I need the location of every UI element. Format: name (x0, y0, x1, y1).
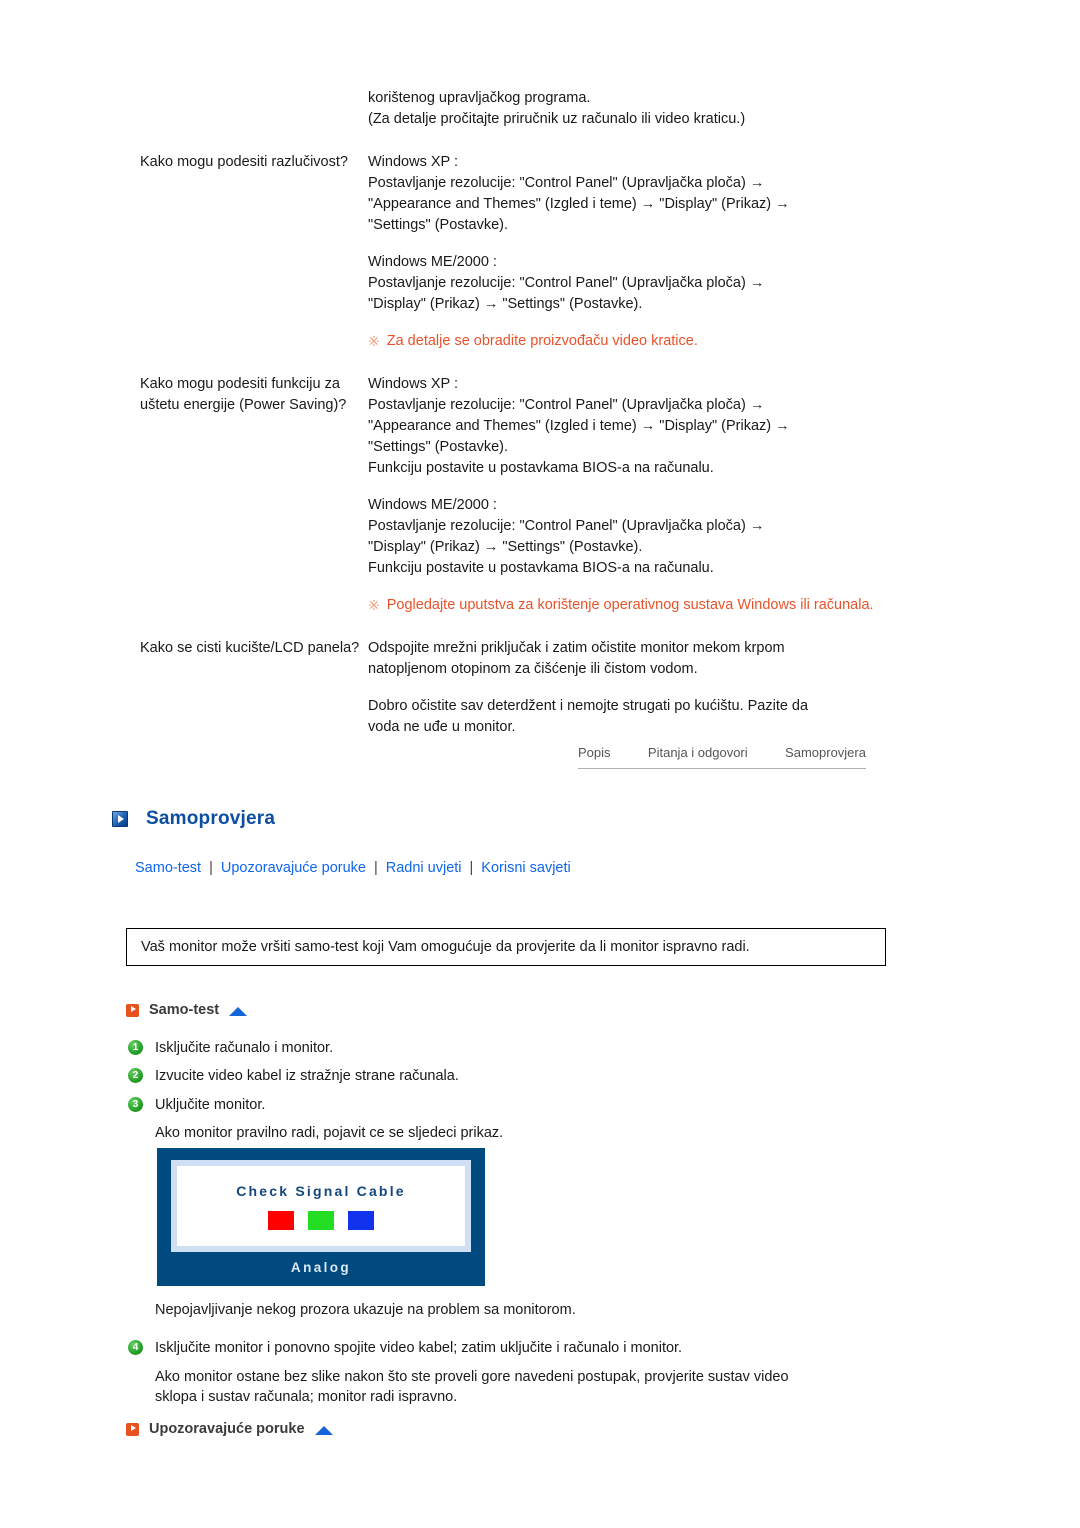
faq-answer-line: "Appearance and Themes" (Izgled i teme) … (368, 418, 790, 435)
play-icon (126, 1422, 139, 1436)
faq-answer-line: Windows ME/2000 : (368, 497, 497, 514)
page-navigation: Popis Pitanja i odgovori Samoprovjera (578, 745, 866, 769)
faq-answer-line: Odspojite mrežni priključak i zatim očis… (368, 640, 785, 657)
subsection-title: Upozoravajuće poruke (149, 1421, 305, 1437)
intro-callout-text: Vaš monitor može vršiti samo-test koji V… (141, 939, 750, 955)
faq-row-intro: korištenog upravljačkog programa. (Za de… (140, 88, 940, 130)
faq-answer-line: korištenog upravljačkog programa. (368, 90, 591, 106)
faq-answer-line: Postavljanje rezolucije: "Control Panel"… (368, 175, 765, 192)
list-item: 1 Isključite računalo i monitor. (128, 1038, 888, 1058)
list-item: 3 Uključite monitor. (128, 1095, 888, 1115)
monitor-followup-text: Nepojavljivanje nekog prozora ukazuje na… (155, 1302, 576, 1318)
sublink-upozoravajuce-poruke[interactable]: Upozoravajuće poruke (221, 860, 366, 876)
step-text: Uključite monitor. (155, 1096, 266, 1113)
link-separator: | (209, 860, 213, 876)
faq-answer-line: Windows XP : (368, 376, 458, 393)
faq-answer-line: Postavljanje rezolucije: "Control Panel"… (368, 275, 765, 292)
step-text: Izvucite video kabel iz stražnje strane … (155, 1068, 459, 1085)
green-swatch (308, 1210, 334, 1230)
table-row: Kako mogu podesiti funkciju za uštetu en… (140, 374, 940, 616)
final-note-line: Ako monitor ostane bez slike nakon što s… (155, 1368, 789, 1385)
faq-note-text: Za detalje se obradite proizvođaču video… (386, 333, 698, 350)
pager-link-samoprovjera[interactable]: Samoprovjera (785, 745, 866, 760)
faq-answer-line: voda ne uđe u monitor. (368, 719, 516, 736)
faq-answer-line: Funkciju postavite u postavkama BIOS-a n… (368, 560, 714, 577)
page-title: Samoprovjera (146, 808, 276, 829)
subsection-heading-samo-test: Samo-test (126, 1002, 248, 1018)
faq-answer-line: "Display" (Prikaz) → "Settings" (Postavk… (368, 296, 643, 313)
faq-answer-line: Postavljanje rezolucije: "Control Panel"… (368, 518, 765, 535)
step-number-badge: 2 (128, 1068, 143, 1084)
final-note-line: sklopa i sustav računala; monitor radi i… (155, 1388, 458, 1405)
sublink-radni-uvjeti[interactable]: Radni uvjeti (386, 860, 462, 876)
subsection-links: Samo-test | Upozoravajuće poruke | Radni uvj… (135, 860, 571, 876)
table-row: Kako se cisti kucište/LCD panela? Odspoj… (140, 638, 940, 738)
faq-question: Kako mogu podesiti funkciju za uštetu en… (140, 376, 347, 414)
selftest-followup: Nepojavljivanje nekog prozora ukazuje na… (128, 1300, 888, 1407)
faq-answer-line: Postavljanje rezolucije: "Control Panel"… (368, 397, 765, 414)
up-arrow-icon[interactable] (229, 1006, 248, 1016)
faq-note: ※ Pogledajte uputstva za korištenje oper… (368, 595, 940, 616)
rgb-swatches (268, 1210, 374, 1230)
sublink-korisni-savjeti[interactable]: Korisni savjeti (481, 860, 570, 876)
pager-link-pitanja-i-odgovori[interactable]: Pitanja i odgovori (648, 745, 748, 760)
list-item: 2 Izvucite video kabel iz stražnje stran… (128, 1066, 888, 1086)
faq-answer-line: "Settings" (Postavke). (368, 217, 509, 234)
subsection-title: Samo-test (149, 1002, 220, 1018)
faq-note: ※ Za detalje se obradite proizvođaču vid… (368, 331, 940, 352)
steps-list: 1 Isključite računalo i monitor. 2 Izvuc… (128, 1038, 888, 1151)
faq-note-text: Pogledajte uputstva za korištenje operat… (386, 597, 874, 614)
faq-answer-line: (Za detalje pročitajte priručnik uz raču… (368, 111, 746, 128)
faq-answer-line: "Display" (Prikaz) → "Settings" (Postavk… (368, 539, 643, 556)
faq-answer-line: Dobro očistite sav deterdžent i nemojte … (368, 698, 809, 715)
monitor-selftest-illustration: Check Signal Cable Analog (157, 1148, 485, 1286)
step-number-badge: 1 (128, 1040, 143, 1055)
faq-table: korištenog upravljačkog programa. (Za de… (140, 88, 940, 738)
section-heading: Samoprovjera (112, 808, 275, 830)
monitor-input-label: Analog (290, 1259, 352, 1275)
step-text: Isključite računalo i monitor. (155, 1040, 334, 1056)
subsection-heading-upozoravajuce-poruke: Upozoravajuće poruke (126, 1421, 333, 1437)
faq-question: Kako se cisti kucište/LCD panela? (140, 640, 360, 657)
faq-answer-line: Funkciju postavite u postavkama BIOS-a n… (368, 460, 714, 477)
intro-callout-box: Vaš monitor može vršiti samo-test koji V… (126, 928, 886, 966)
step-followup-text: Ako monitor pravilno radi, pojavit ce se… (155, 1124, 504, 1141)
list-item: 4 Isključite monitor i ponovno spojite v… (128, 1338, 888, 1358)
step-number-badge: 3 (128, 1096, 143, 1112)
faq-answer: Odspojite mrežni priključak i zatim očis… (368, 638, 940, 738)
blue-swatch (348, 1210, 374, 1230)
faq-answer: Windows XP : Postavljanje rezolucije: "C… (368, 152, 940, 352)
faq-answer-line: Windows XP : (368, 154, 458, 171)
sublink-samo-test[interactable]: Samo-test (135, 860, 201, 876)
reference-mark-icon: ※ (368, 597, 380, 614)
faq-answer-line: "Appearance and Themes" (Izgled i teme) … (368, 196, 790, 213)
monitor-screen: Check Signal Cable (171, 1160, 471, 1252)
faq-question: Kako mogu podesiti razlučivost? (140, 154, 348, 171)
step-text: Isključite monitor i ponovno spojite vid… (155, 1340, 683, 1357)
faq-answer-line: Windows ME/2000 : (368, 254, 497, 271)
faq-answer: Windows XP : Postavljanje rezolucije: "C… (368, 374, 940, 616)
reference-mark-icon: ※ (368, 333, 380, 350)
link-separator: | (373, 860, 378, 876)
faq-answer-line: "Settings" (Postavke). (368, 439, 509, 456)
link-separator: | (469, 860, 474, 876)
faq-answer-intro: korištenog upravljačkog programa. (Za de… (368, 88, 940, 130)
play-icon (112, 811, 128, 827)
faq-answer-line: natopljenom otopinom za čišćenje ili čis… (368, 661, 698, 678)
up-arrow-icon[interactable] (314, 1425, 333, 1435)
monitor-message: Check Signal Cable (236, 1182, 406, 1199)
red-swatch (268, 1210, 294, 1230)
table-row: Kako mogu podesiti razlučivost? Windows … (140, 152, 940, 352)
play-icon (126, 1003, 139, 1017)
step-number-badge: 4 (128, 1340, 143, 1356)
pager-link-popis[interactable]: Popis (578, 745, 611, 760)
